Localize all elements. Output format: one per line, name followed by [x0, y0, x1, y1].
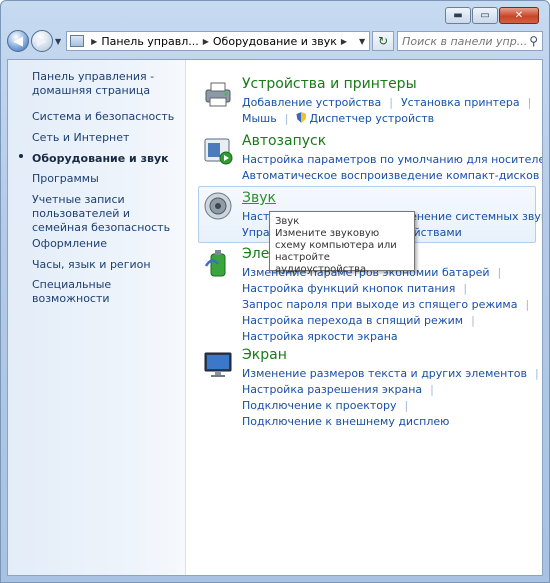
power-icon [204, 250, 226, 277]
sidebar-item-home[interactable]: Панель управления - домашняя страница [32, 70, 182, 98]
link-connect-projector[interactable]: Подключение к проектору [242, 399, 397, 412]
chevron-right-icon[interactable]: ▶ [91, 37, 97, 46]
link-row: Настройка перехода в спящий режим | [242, 314, 475, 327]
link-row: Подключение к внешнему дисплею [242, 415, 449, 428]
content-area: Панель управления - домашняя страница Си… [7, 59, 543, 576]
link-text-size[interactable]: Изменение размеров текста и других элеме… [242, 367, 527, 380]
link-add-device[interactable]: Добавление устройства [242, 96, 381, 109]
caption-buttons: ▬ ▭ ✕ [445, 7, 539, 24]
tooltip-title: Звук [275, 216, 300, 227]
sidebar-item-hardware-sound[interactable]: Оборудование и звук [32, 152, 182, 166]
sidebar-item-system-security[interactable]: Система и безопасность [32, 110, 182, 124]
control-panel-icon [70, 35, 85, 47]
link-row: Мышь | Диспетчер устройств [242, 112, 435, 125]
sidebar-item-network[interactable]: Сеть и Интернет [32, 131, 182, 145]
chevron-right-icon[interactable]: ▶ [341, 37, 347, 46]
sidebar-item-appearance[interactable]: Оформление [32, 237, 182, 251]
category-title-devices[interactable]: Устройства и принтеры [242, 76, 417, 92]
address-dropdown-icon[interactable]: ▼ [359, 37, 365, 46]
link-sleep-settings[interactable]: Настройка перехода в спящий режим [242, 314, 463, 327]
search-icon[interactable]: ⚲ [529, 34, 538, 48]
link-screen-resolution[interactable]: Настройка разрешения экрана [242, 383, 422, 396]
link-row: Изменение размеров текста и других элеме… [242, 367, 539, 380]
sidebar-item-clock-region[interactable]: Часы, язык и регион [32, 258, 182, 272]
minimize-button[interactable]: ▬ [445, 7, 471, 24]
uac-shield-icon [296, 112, 307, 123]
breadcrumb-hardware-sound[interactable]: Оборудование и звук [213, 35, 337, 48]
refresh-button[interactable]: ↻ [372, 31, 395, 51]
link-wake-password[interactable]: Запрос пароля при выходе из спящего режи… [242, 298, 517, 311]
link-row: Настройка разрешения экрана | [242, 383, 434, 396]
link-mouse[interactable]: Мышь [242, 112, 277, 125]
address-bar[interactable]: ▶ Панель управл... ▶ Оборудование и звук… [66, 31, 371, 51]
sound-tooltip: Звук Измените звуковую схему компьютера … [269, 211, 415, 275]
search-box[interactable]: ⚲ [397, 31, 543, 51]
main-panel: Устройства и принтеры Добавление устройс… [186, 60, 542, 575]
speaker-icon [204, 192, 232, 220]
link-power-buttons[interactable]: Настройка функций кнопок питания [242, 282, 455, 295]
tooltip-text: Измените звуковую схему компьютера или н… [275, 228, 397, 275]
sidebar: Панель управления - домашняя страница Си… [8, 60, 186, 575]
link-row: Автоматическое воспроизведение компакт-д… [242, 169, 542, 182]
link-row: Настройка яркости экрана [242, 330, 398, 343]
category-title-display[interactable]: Экран [242, 347, 287, 363]
sidebar-item-programs[interactable]: Программы [32, 172, 182, 186]
refresh-icon: ↻ [378, 34, 389, 48]
recent-pages-dropdown-icon[interactable]: ▼ [55, 37, 61, 46]
link-row: Подключение к проектору | [242, 399, 409, 412]
breadcrumb-control-panel[interactable]: Панель управл... [101, 35, 198, 48]
category-title-autoplay[interactable]: Автозапуск [242, 133, 326, 149]
link-row: Настройка параметров по умолчанию для но… [242, 153, 542, 166]
autoplay-icon [204, 138, 233, 165]
link-external-display[interactable]: Подключение к внешнему дисплею [242, 415, 449, 428]
link-autoplay-defaults[interactable]: Настройка параметров по умолчанию для но… [242, 153, 542, 166]
link-device-manager[interactable]: Диспетчер устройств [309, 112, 434, 125]
link-screen-brightness[interactable]: Настройка яркости экрана [242, 330, 398, 343]
maximize-button[interactable]: ▭ [472, 7, 498, 24]
link-add-printer[interactable]: Установка принтера [401, 96, 520, 109]
sidebar-item-user-accounts[interactable]: Учетные записи пользователей и семейная … [32, 193, 182, 235]
link-row: Добавление устройства | Установка принтера… [242, 96, 532, 109]
navigation-bar: ◀ ▶ ▼ ▶ Панель управл... ▶ Оборудование … [7, 29, 543, 53]
forward-button[interactable]: ▶ [31, 30, 53, 52]
search-input[interactable] [402, 34, 530, 48]
link-row: Настройка функций кнопок питания | [242, 282, 468, 295]
close-button[interactable]: ✕ [499, 7, 539, 24]
active-bullet [19, 154, 23, 158]
control-panel-window: ▬ ▭ ✕ ◀ ▶ ▼ ▶ Панель управл... ▶ Оборудо… [0, 0, 550, 583]
link-autoplay-cds[interactable]: Автоматическое воспроизведение компакт-д… [242, 169, 542, 182]
back-button[interactable]: ◀ [7, 30, 29, 52]
printer-icon [205, 82, 231, 107]
sidebar-item-accessibility[interactable]: Специальные возможности [32, 278, 182, 306]
chevron-right-icon[interactable]: ▶ [203, 37, 209, 46]
category-title-sound[interactable]: Звук [242, 190, 276, 206]
link-row: Запрос пароля при выходе из спящего режи… [242, 298, 530, 311]
display-icon [204, 352, 232, 377]
